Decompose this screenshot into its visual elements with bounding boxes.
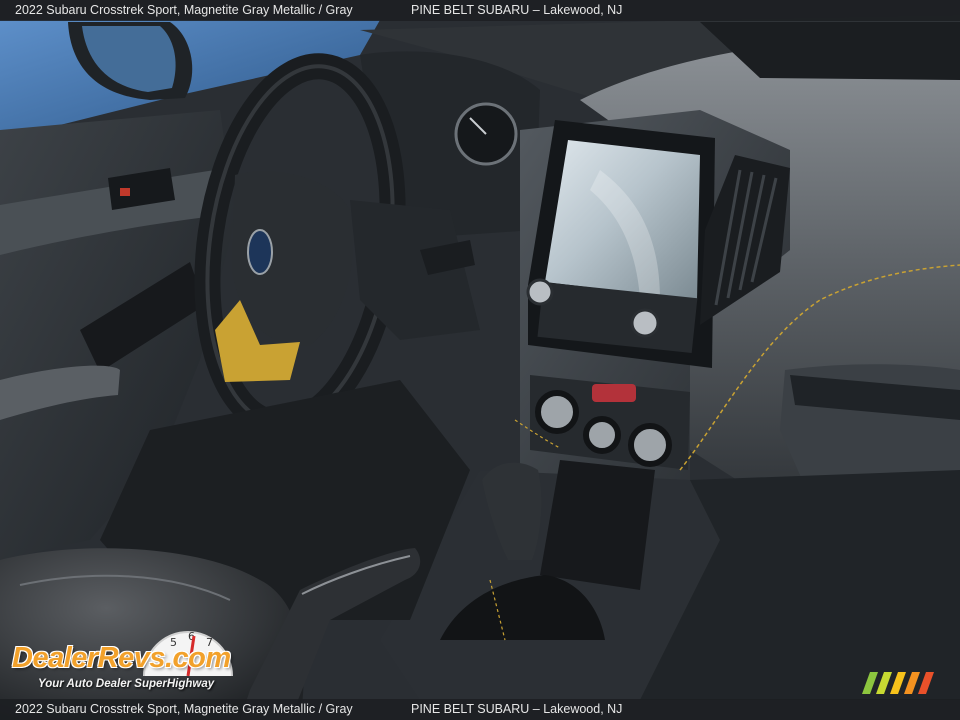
door-lock-indicator bbox=[120, 188, 130, 196]
storage-bin bbox=[540, 460, 655, 590]
tune-knob bbox=[630, 308, 660, 338]
watermark-brand: DealerRevs.com bbox=[12, 642, 231, 674]
caption-bar-bottom: 2022 Subaru Crosstrek Sport, Magnetite G… bbox=[0, 699, 960, 720]
vehicle-caption: 2022 Subaru Crosstrek Sport, Magnetite G… bbox=[15, 702, 353, 716]
subaru-emblem bbox=[247, 229, 273, 275]
dealer-caption: PINE BELT SUBARU – Lakewood, NJ bbox=[411, 702, 623, 716]
dealer-caption: PINE BELT SUBARU – Lakewood, NJ bbox=[411, 3, 623, 17]
dealerrevs-watermark: 4 5 6 7 DealerRevs.com Your Auto Dealer … bbox=[12, 622, 272, 696]
caption-bar-top: 2022 Subaru Crosstrek Sport, Magnetite G… bbox=[0, 0, 960, 21]
vehicle-caption: 2022 Subaru Crosstrek Sport, Magnetite G… bbox=[15, 3, 353, 17]
temp-dial-right bbox=[628, 423, 672, 467]
watermark-tagline: Your Auto Dealer SuperHighway bbox=[38, 678, 215, 690]
volume-knob bbox=[526, 278, 554, 306]
temp-dial-left bbox=[535, 390, 579, 434]
interior-photo bbox=[0, 0, 960, 720]
stripes-logo-icon bbox=[862, 672, 934, 694]
fan-dial bbox=[583, 416, 621, 454]
hazard-button bbox=[592, 384, 636, 402]
vehicle-photo-frame: 2022 Subaru Crosstrek Sport, Magnetite G… bbox=[0, 0, 960, 720]
